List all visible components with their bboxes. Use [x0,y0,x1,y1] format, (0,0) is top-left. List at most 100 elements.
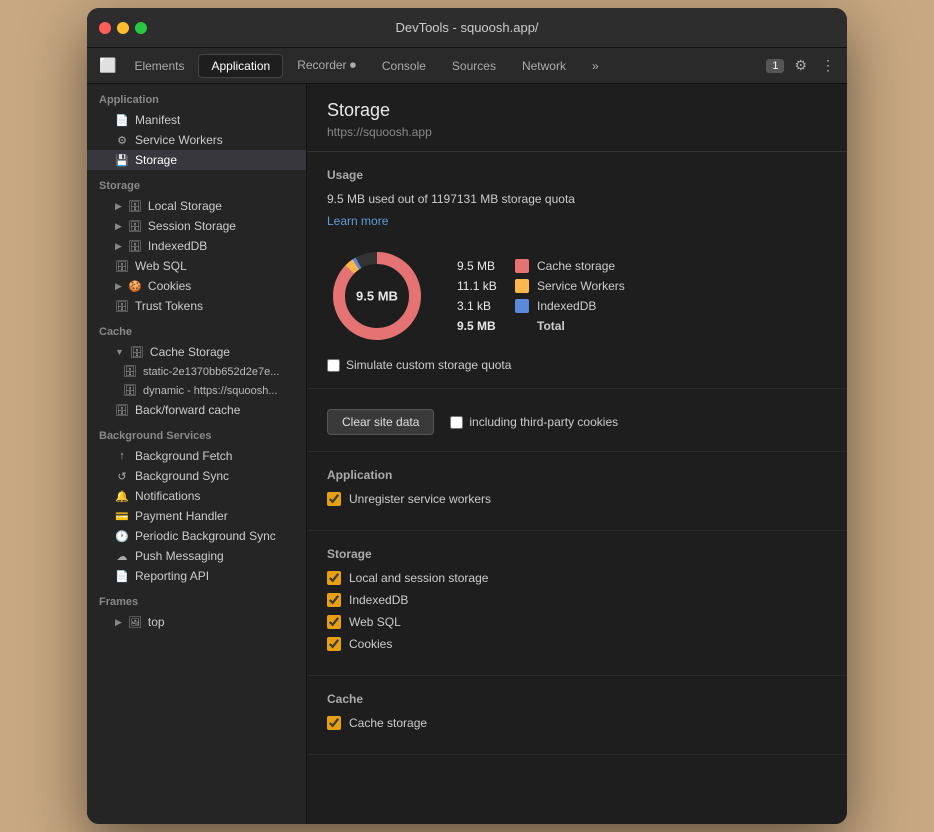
cookies-checkbox[interactable] [327,637,341,651]
sidebar: Application 📄 Manifest ⚙ Service Workers… [87,84,307,824]
application-subsection-title: Application [327,468,827,482]
clear-site-data-button[interactable]: Clear site data [327,409,434,435]
legend-value: 3.1 kB [457,299,507,313]
web-sql-icon: 🗄 [115,260,129,273]
simulate-checkbox-label[interactable]: Simulate custom storage quota [327,358,511,372]
sidebar-item-session-storage[interactable]: ▶ 🗄 Session Storage [87,216,306,236]
clear-section: Clear site data including third-party co… [307,389,847,452]
sidebar-item-bg-fetch[interactable]: ↑ Background Fetch [87,446,306,466]
page-url: https://squoosh.app [327,125,827,139]
page-title: Storage [327,100,827,121]
sidebar-item-bg-sync[interactable]: ↺ Background Sync [87,466,306,486]
sidebar-item-label: Manifest [135,113,180,127]
storage-subsection-title: Storage [327,547,827,561]
sidebar-item-cache-static[interactable]: 🗄 static-2e1370bb652d2e7e... [87,362,306,381]
settings-icon[interactable]: ⚙ [790,55,811,76]
legend-value: 11.1 kB [457,279,507,293]
sidebar-item-local-storage[interactable]: ▶ 🗄 Local Storage [87,196,306,216]
check-item-local-session: Local and session storage [327,571,827,585]
sidebar-item-label: Web SQL [135,259,187,273]
bfcache-icon: 🗄 [115,404,129,417]
legend-color-cache [515,259,529,273]
unregister-sw-checkbox[interactable] [327,492,341,506]
sidebar-item-cache-storage[interactable]: ▼ 🗄 Cache Storage [87,342,306,362]
sidebar-item-manifest[interactable]: 📄 Manifest [87,110,306,130]
more-icon[interactable]: ⋮ [817,55,839,76]
tab-recorder[interactable]: Recorder ⏺ [285,54,368,77]
cache-subsection: Cache Cache storage [307,676,847,755]
legend-item-cache: 9.5 MB Cache storage [457,259,625,273]
sidebar-item-payment-handler[interactable]: 💳 Payment Handler [87,506,306,526]
notifications-icon: 🔔 [115,490,129,503]
legend-name: Service Workers [537,279,625,293]
sidebar-item-service-workers[interactable]: ⚙ Service Workers [87,130,306,150]
sidebar-item-web-sql[interactable]: 🗄 Web SQL [87,256,306,276]
legend-name: Cache storage [537,259,615,273]
web-sql-checkbox[interactable] [327,615,341,629]
titlebar: DevTools - squoosh.app/ [87,8,847,48]
close-button[interactable] [99,22,111,34]
sidebar-section-cache: Cache [87,316,306,342]
session-storage-icon: 🗄 [128,220,142,233]
sidebar-item-push-messaging[interactable]: ☁ Push Messaging [87,546,306,566]
sidebar-item-top-frame[interactable]: ▶ 🖼 top [87,612,306,632]
usage-text: 9.5 MB used out of 1197131 MB storage qu… [327,192,827,206]
indexeddb-label: IndexedDB [349,593,408,607]
sidebar-section-application: Application [87,84,306,110]
expand-down-arrow-icon: ▼ [115,347,124,357]
tab-sources[interactable]: Sources [440,55,508,77]
sidebar-section-frames: Frames [87,586,306,612]
third-party-cookies-label[interactable]: including third-party cookies [450,415,618,429]
sidebar-item-bfcache[interactable]: 🗄 Back/forward cache [87,400,306,420]
sidebar-item-cookies[interactable]: ▶ 🍪 Cookies [87,276,306,296]
sidebar-item-label: Cookies [148,279,191,293]
legend-color-total [515,319,529,333]
sidebar-item-label: Payment Handler [135,509,228,523]
sidebar-item-indexeddb[interactable]: ▶ 🗄 IndexedDB [87,236,306,256]
cache-storage-label: Cache storage [349,716,427,730]
manifest-icon: 📄 [115,114,129,127]
legend-value: 9.5 MB [457,259,507,273]
devtools-icon: ⬜ [95,57,120,74]
tab-more[interactable]: » [580,55,611,77]
notification-badge: 1 [766,59,784,73]
third-party-cookies-text: including third-party cookies [469,415,618,429]
indexeddb-checkbox[interactable] [327,593,341,607]
expand-arrow-icon: ▶ [115,281,122,292]
sidebar-section-storage: Storage [87,170,306,196]
simulate-checkbox[interactable] [327,359,340,372]
sidebar-item-label: Trust Tokens [135,299,203,313]
cache-storage-checkbox[interactable] [327,716,341,730]
minimize-button[interactable] [117,22,129,34]
legend-name: IndexedDB [537,299,596,313]
sidebar-item-label: Back/forward cache [135,403,240,417]
frame-icon: 🖼 [128,616,142,629]
service-workers-icon: ⚙ [115,134,129,147]
sidebar-item-notifications[interactable]: 🔔 Notifications [87,486,306,506]
tab-application[interactable]: Application [198,54,283,78]
expand-arrow-icon: ▶ [115,241,122,252]
local-session-checkbox[interactable] [327,571,341,585]
application-subsection: Application Unregister service workers [307,452,847,531]
maximize-button[interactable] [135,22,147,34]
tab-elements[interactable]: Elements [122,55,196,77]
check-item-unregister-sw: Unregister service workers [327,492,827,506]
payment-handler-icon: 💳 [115,510,129,523]
reporting-api-icon: 📄 [115,570,129,583]
sidebar-item-periodic-bg-sync[interactable]: 🕐 Periodic Background Sync [87,526,306,546]
learn-more-link[interactable]: Learn more [327,214,388,228]
third-party-cookies-checkbox[interactable] [450,416,463,429]
sidebar-item-storage[interactable]: 💾 Storage [87,150,306,170]
cookies-icon: 🍪 [128,280,142,293]
tab-network[interactable]: Network [510,55,578,77]
donut-chart: 9.5 MB [327,246,427,346]
bg-sync-icon: ↺ [115,470,129,483]
web-sql-label: Web SQL [349,615,401,629]
legend-color-idb [515,299,529,313]
main-content: Application 📄 Manifest ⚙ Service Workers… [87,84,847,824]
sidebar-item-cache-dynamic[interactable]: 🗄 dynamic - https://squoosh... [87,381,306,400]
bg-fetch-icon: ↑ [115,450,129,462]
sidebar-item-reporting-api[interactable]: 📄 Reporting API [87,566,306,586]
sidebar-item-trust-tokens[interactable]: 🗄 Trust Tokens [87,296,306,316]
tab-console[interactable]: Console [370,55,438,77]
